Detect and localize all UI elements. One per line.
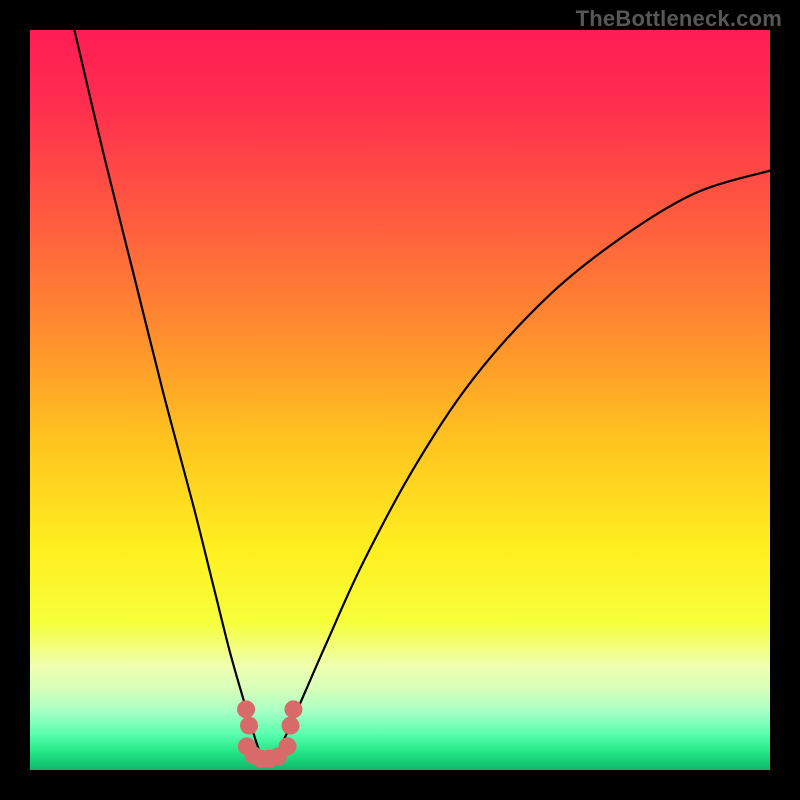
- chart-plot-area: [30, 30, 770, 770]
- chart-svg: [30, 30, 770, 770]
- valley-dot: [279, 737, 297, 755]
- chart-frame: TheBottleneck.com: [0, 0, 800, 800]
- valley-dot: [237, 700, 255, 718]
- valley-dot: [284, 700, 302, 718]
- valley-dot: [240, 717, 258, 735]
- valley-dot: [281, 717, 299, 735]
- watermark-label: TheBottleneck.com: [576, 6, 782, 32]
- gradient-background: [30, 30, 770, 770]
